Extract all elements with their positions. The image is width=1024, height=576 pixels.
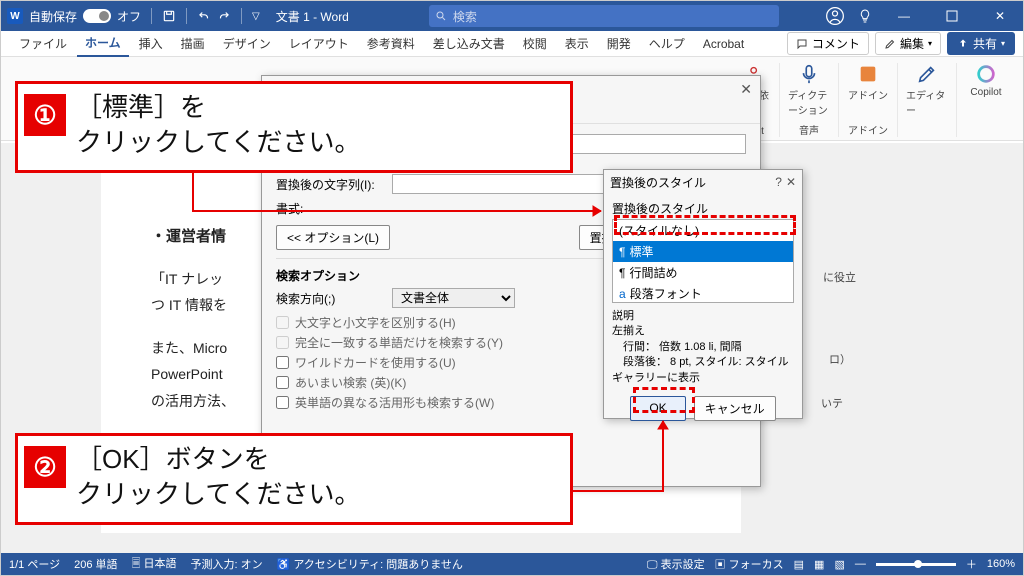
redo-icon[interactable] (217, 9, 231, 23)
tab-home[interactable]: ホーム (77, 30, 129, 57)
style-dialog-close[interactable]: ✕ (786, 175, 796, 189)
zoom-slider[interactable] (876, 563, 956, 566)
maximize-button[interactable] (929, 1, 975, 31)
style-item-none[interactable]: (スタイルなし) (613, 220, 793, 241)
view-print-icon[interactable]: ▤ (794, 558, 804, 571)
dictation-button[interactable]: ディクテーション (788, 63, 830, 117)
minimize-button[interactable]: ― (881, 1, 927, 31)
status-bar: 1/1 ページ 206 単語 🗏 日本語 予測入力: オン ♿ アクセシビリティ… (1, 553, 1023, 575)
tab-references[interactable]: 参考資料 (359, 31, 423, 56)
share-button[interactable]: 共有 ▾ (947, 32, 1015, 55)
search-icon (435, 10, 447, 22)
status-lang[interactable]: 🗏 日本語 (132, 555, 177, 574)
account-icon[interactable] (823, 4, 847, 28)
help-button[interactable]: ? (775, 175, 782, 189)
instruction-callout-1: ① ［標準］を クリックしてください。 (15, 81, 573, 173)
status-focus[interactable]: ▣ フォーカス (715, 556, 784, 572)
status-a11y[interactable]: ♿ アクセシビリティ: 問題ありません (277, 556, 463, 572)
autosave-toggle[interactable]: 自動保存 オフ (29, 8, 141, 25)
lightbulb-icon[interactable] (853, 4, 877, 28)
tab-developer[interactable]: 開発 (599, 31, 639, 56)
view-web-icon[interactable]: ▧ (834, 558, 844, 571)
cancel-button[interactable]: キャンセル (694, 396, 776, 421)
addin-button[interactable]: アドイン (847, 63, 889, 102)
search-box[interactable]: 検索 (429, 5, 779, 27)
ribbon-tabs: ファイル ホーム 挿入 描画 デザイン レイアウト 参考資料 差し込み文書 校閲… (1, 31, 1023, 57)
style-item-normal[interactable]: ¶標準 (613, 241, 793, 262)
undo-icon[interactable] (197, 9, 211, 23)
ribbon-group-addin: アドイン アドイン (839, 63, 898, 137)
tab-view[interactable]: 表示 (557, 31, 597, 56)
close-button[interactable]: ✕ (977, 1, 1023, 31)
tab-mailings[interactable]: 差し込み文書 (425, 31, 513, 56)
instruction-callout-2: ② ［OK］ボタンを クリックしてください。 (15, 433, 573, 525)
tab-design[interactable]: デザイン (215, 31, 279, 56)
status-display[interactable]: 🖵 表示設定 (647, 556, 705, 572)
style-item-parafont[interactable]: a段落フォント (613, 283, 793, 303)
tab-file[interactable]: ファイル (11, 31, 75, 56)
copilot-button[interactable]: Copilot (965, 63, 1007, 98)
tab-insert[interactable]: 挿入 (131, 31, 171, 56)
comments-button[interactable]: コメント (787, 32, 869, 55)
title-bar: W 自動保存 オフ ▽ 文書 1 - Word 検索 ― ✕ (1, 1, 1023, 31)
document-title: 文書 1 - Word (276, 8, 349, 25)
editing-mode-button[interactable]: 編集 ▾ (875, 32, 941, 55)
search-direction-select[interactable]: 文書全体 (392, 288, 515, 308)
zoom-out[interactable]: ― (855, 558, 866, 570)
tab-review[interactable]: 校閲 (515, 31, 555, 56)
ribbon-group-copilot: Copilot (957, 63, 1015, 137)
style-list[interactable]: (スタイルなし) ¶標準 ¶行間詰め a段落フォント a見出し 1 (文字) ¶… (612, 219, 794, 303)
word-icon: W (7, 8, 23, 24)
zoom-in[interactable]: ＋ (966, 556, 977, 572)
tab-draw[interactable]: 描画 (173, 31, 213, 56)
zoom-level[interactable]: 160% (987, 558, 1015, 570)
save-icon[interactable] (162, 9, 176, 23)
style-item-nospace[interactable]: ¶行間詰め (613, 262, 793, 283)
tab-acrobat[interactable]: Acrobat (695, 33, 752, 55)
ribbon-group-voice: ディクテーション 音声 (780, 63, 839, 137)
dialog-close-button[interactable]: ✕ (740, 81, 752, 98)
status-page[interactable]: 1/1 ページ (9, 556, 60, 572)
status-predict[interactable]: 予測入力: オン (190, 556, 262, 572)
view-read-icon[interactable]: ▦ (814, 558, 824, 571)
ribbon-group-editor: エディター (898, 63, 957, 137)
style-dialog: 置換後のスタイル ? ✕ 置換後のスタイル (スタイルなし) ¶標準 ¶行間詰め… (603, 169, 803, 419)
status-words[interactable]: 206 単語 (74, 556, 117, 572)
tab-layout[interactable]: レイアウト (281, 31, 357, 56)
editor-button[interactable]: エディター (906, 63, 948, 117)
tab-help[interactable]: ヘルプ (641, 31, 693, 56)
